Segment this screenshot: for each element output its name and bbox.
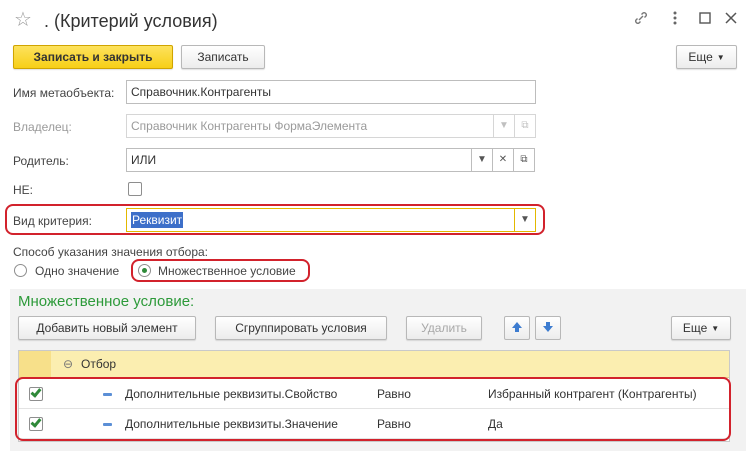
radio-multi-condition-label: Множественное условие	[158, 264, 296, 278]
more-icon[interactable]	[672, 10, 678, 32]
multi-more-button[interactable]: Еще ▼	[671, 316, 731, 340]
parent-label: Родитель:	[13, 154, 69, 168]
more-label: Еще	[688, 50, 713, 64]
owner-label: Владелец:	[13, 120, 72, 134]
parent-dropdown-icon[interactable]: ▼	[471, 148, 493, 172]
favorite-star-icon[interactable]: ☆	[14, 8, 32, 32]
multi-condition-title: Множественное условие:	[18, 293, 195, 310]
not-label: НЕ:	[13, 183, 34, 197]
group-conditions-button[interactable]: Сгруппировать условия	[215, 316, 387, 340]
more-actions-button[interactable]: Еще ▼	[676, 45, 737, 69]
radio-multi-condition[interactable]	[138, 264, 151, 277]
dropdown-arrow-icon: ▼	[711, 324, 720, 333]
row-gutter	[19, 351, 51, 377]
table-group-row[interactable]: ⊖ Отбор	[19, 351, 729, 378]
collapse-icon[interactable]: ⊖	[63, 351, 73, 378]
owner-field: Справочник Контрагенты ФормаЭлемента	[126, 114, 515, 138]
multi-more-label: Еще	[682, 321, 708, 335]
move-up-icon[interactable]	[504, 316, 530, 340]
dropdown-arrow-icon: ▼	[716, 53, 725, 62]
owner-dropdown-icon: ▼	[493, 114, 515, 138]
rows-highlight-frame	[15, 377, 731, 441]
criterion-label: Вид критерия:	[13, 214, 92, 228]
not-checkbox[interactable]	[128, 182, 142, 196]
delete-button[interactable]: Удалить	[406, 316, 482, 340]
save-and-close-button[interactable]: Записать и закрыть	[13, 45, 173, 69]
criterion-dropdown-icon[interactable]: ▼	[514, 208, 536, 232]
move-down-icon[interactable]	[535, 316, 561, 340]
close-icon[interactable]	[724, 10, 738, 32]
criterion-field[interactable]: Реквизит	[126, 208, 516, 232]
parent-clear-icon[interactable]: ✕	[492, 148, 514, 172]
parent-open-icon[interactable]: ⧉	[513, 148, 535, 172]
save-button[interactable]: Записать	[181, 45, 265, 69]
window-title: . (Критерий условия)	[44, 11, 218, 31]
add-element-button[interactable]: Добавить новый элемент	[18, 316, 196, 340]
criterion-value: Реквизит	[131, 212, 184, 228]
metaobject-label: Имя метаобъекта:	[13, 86, 115, 100]
maximize-icon[interactable]	[698, 10, 712, 32]
metaobject-field[interactable]: Справочник.Контрагенты	[126, 80, 536, 104]
mode-label: Способ указания значения отбора:	[13, 245, 209, 259]
radio-single-value-label: Одно значение	[35, 264, 120, 278]
owner-open-icon: ⧉	[514, 114, 536, 138]
link-icon[interactable]	[633, 10, 649, 32]
parent-field[interactable]: ИЛИ	[126, 148, 476, 172]
radio-single-value[interactable]	[14, 264, 27, 277]
group-row-label: Отбор	[81, 357, 117, 371]
